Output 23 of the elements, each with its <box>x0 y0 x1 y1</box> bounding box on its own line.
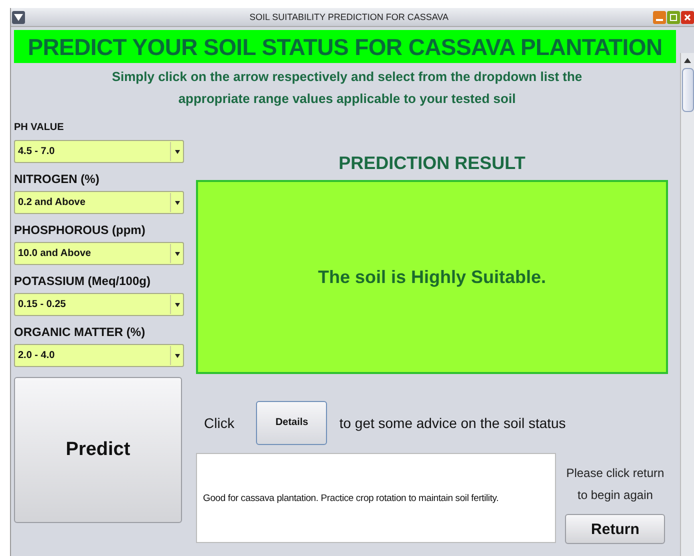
field-label: ORGANIC MATTER (%) <box>14 324 146 340</box>
details-prompt-suffix: to get some advice on the soil status <box>339 414 566 430</box>
instruction-text: appropriate range values applicable to your tested soil <box>177 90 517 108</box>
result-panel: The soil is Highly Suitable. <box>196 180 668 374</box>
dropdown[interactable]: 2.0 - 4.0 <box>14 344 184 367</box>
field-label: PH VALUE <box>14 121 65 135</box>
instruction-text: Simply click on the arrow respectively and select from the dropdown list the <box>110 68 584 86</box>
return-button[interactable]: Return <box>565 514 666 544</box>
return-hint: Please click return to begin again <box>565 465 666 504</box>
dropdown[interactable]: 0.2 and Above <box>14 191 184 214</box>
dropdown[interactable]: 0.15 - 0.25 <box>14 293 184 316</box>
field-label: POTASSIUM (Meq/100g) <box>14 273 152 289</box>
page-banner: PREDICT YOUR SOIL STATUS FOR CASSAVA PLANTATION <box>14 30 676 63</box>
details-prompt: Click <box>204 414 234 430</box>
result-heading: PREDICTION RESULT <box>338 152 526 174</box>
field-label: PHOSPHOROUS (ppm) <box>14 222 146 238</box>
dropdown[interactable]: 4.5 - 7.0 <box>14 140 184 163</box>
advice-text-area: Good for cassava plantation. Practice crop rotation to maintain soil fertility. <box>196 453 556 543</box>
predict-button[interactable]: Predict <box>14 377 182 523</box>
details-button[interactable]: Details <box>256 400 328 444</box>
window-title: SOIL SUITABILITY PREDICTION FOR CASSAVA <box>248 12 450 22</box>
field-label: NITROGEN (%) <box>14 171 100 187</box>
dropdown[interactable]: 10.0 and Above <box>14 242 184 265</box>
